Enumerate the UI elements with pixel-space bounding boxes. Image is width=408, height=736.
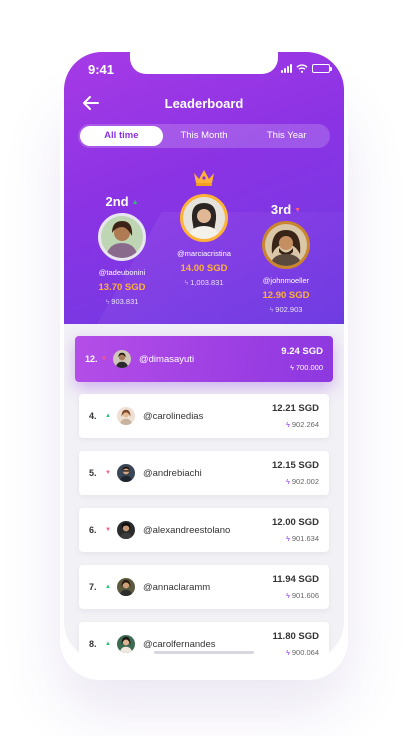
row-points: ϟ 901.634	[286, 534, 319, 543]
phone-frame: 9:41 Leaderboard All time This Month Thi…	[64, 52, 344, 660]
bolt-icon: ϟ	[184, 280, 189, 287]
row-username: @dimasayuti	[139, 353, 195, 365]
row-sgd: 9.24 SGD	[281, 346, 323, 357]
trend-down-icon: ▼	[105, 527, 111, 533]
row-username: @andrebiachi	[143, 467, 202, 479]
bolt-icon: ϟ	[105, 299, 110, 306]
row-points: ϟ 902.264	[286, 420, 319, 429]
row-points: ϟ 902.002	[286, 477, 319, 486]
bolt-icon: ϟ	[286, 479, 290, 486]
bolt-icon: ϟ	[290, 365, 294, 372]
wifi-icon	[296, 64, 308, 73]
trend-down-icon: ▼	[105, 470, 111, 476]
row-rank: 8.	[89, 639, 97, 649]
podium-points: ϟ 902.903	[269, 305, 303, 314]
row-sgd: 12.21 SGD	[272, 403, 319, 414]
avatar-image	[101, 216, 143, 258]
podium-points: ϟ 903.831	[105, 297, 139, 306]
tab-this-year[interactable]: This Year	[245, 126, 328, 146]
row-sgd: 11.94 SGD	[272, 574, 319, 585]
list-item[interactable]: 7. ▲ @annaclaramm 11.94 SGD ϟ 901.606	[79, 565, 329, 609]
podium-second[interactable]: 2nd ▲ @tadeubonini 13.70 SGD ϟ 903.831	[82, 194, 162, 306]
signal-icon	[281, 64, 292, 73]
podium-third[interactable]: 3rd ▼ @johnmoeller 12.90 SGD ϟ 902.903	[246, 202, 326, 314]
bolt-icon: ϟ	[286, 536, 290, 543]
avatar	[113, 350, 131, 368]
row-username: @carolinedias	[143, 410, 204, 422]
list-item[interactable]: 5. ▼ @andrebiachi 12.15 SGD ϟ 902.002	[79, 451, 329, 495]
avatar	[117, 578, 135, 596]
podium-first[interactable]: @marciacristina 14.00 SGD ϟ 1,003.831	[164, 194, 244, 287]
trend-up-icon: ▲	[131, 199, 139, 207]
podium-sgd: 14.00 SGD	[180, 263, 228, 274]
status-time: 9:41	[88, 62, 115, 77]
podium-username: @johnmoeller	[262, 276, 310, 285]
device-notch	[130, 52, 278, 74]
row-sgd: 12.00 SGD	[272, 517, 319, 528]
avatar	[117, 635, 135, 653]
avatar	[117, 521, 135, 539]
trend-down-icon: ▼	[294, 207, 302, 215]
row-username: @alexandreestolano	[143, 524, 231, 536]
list-item[interactable]: 6. ▼ @alexandreestolano 12.00 SGD ϟ 901.6…	[79, 508, 329, 552]
row-points: ϟ 900.064	[286, 648, 319, 657]
page-title: Leaderboard	[164, 96, 244, 111]
trend-down-icon: ▼	[101, 356, 107, 362]
current-user-row[interactable]: 12. ▼ @dimasayuti 9.24 SGD ϟ 700.000	[75, 336, 333, 382]
podium-rank: 3rd ▼	[270, 202, 302, 217]
battery-icon	[312, 64, 332, 73]
row-sgd: 11.80 SGD	[272, 631, 319, 642]
time-filter-tabs: All time This Month This Year	[78, 124, 330, 148]
row-sgd: 12.15 SGD	[272, 460, 319, 471]
row-rank: 6.	[89, 525, 97, 535]
podium-sgd: 13.70 SGD	[98, 282, 146, 293]
list-item[interactable]: 8. ▲ @carolfernandes 11.80 SGD ϟ 900.064	[79, 622, 329, 660]
list-item[interactable]: 4. ▲ @carolinedias 12.21 SGD ϟ 902.264	[79, 394, 329, 438]
trend-up-icon: ▲	[105, 641, 111, 647]
row-rank: 12.	[85, 354, 98, 364]
avatar	[180, 194, 228, 242]
tab-all-time[interactable]: All time	[80, 126, 163, 146]
avatar	[117, 464, 135, 482]
tab-this-month[interactable]: This Month	[163, 126, 246, 146]
bolt-icon: ϟ	[269, 307, 274, 314]
avatar	[262, 221, 310, 269]
row-username: @carolfernandes	[143, 638, 216, 650]
status-icons	[281, 64, 332, 73]
podium-sgd: 12.90 SGD	[262, 290, 310, 301]
avatar-image	[183, 197, 225, 239]
podium-username: @tadeubonini	[98, 268, 146, 277]
bolt-icon: ϟ	[286, 593, 290, 600]
podium-points: ϟ 1,003.831	[184, 278, 224, 287]
trend-up-icon: ▲	[105, 413, 111, 419]
avatar	[98, 213, 146, 261]
podium-rank: 2nd ▲	[105, 194, 139, 209]
crown-icon	[194, 170, 214, 186]
stage: 9:41 Leaderboard All time This Month Thi…	[0, 0, 408, 736]
row-rank: 7.	[89, 582, 97, 592]
row-points: ϟ 700.000	[290, 363, 323, 372]
bolt-icon: ϟ	[286, 650, 290, 657]
row-points: ϟ 901.606	[286, 591, 319, 600]
row-rank: 5.	[89, 468, 97, 478]
row-username: @annaclaramm	[143, 581, 211, 593]
avatar	[117, 407, 135, 425]
avatar-image	[265, 224, 307, 266]
bolt-icon: ϟ	[286, 422, 290, 429]
home-indicator[interactable]	[154, 651, 254, 654]
trend-up-icon: ▲	[105, 584, 111, 590]
row-rank: 4.	[89, 411, 97, 421]
podium-username: @marciacristina	[177, 249, 231, 258]
